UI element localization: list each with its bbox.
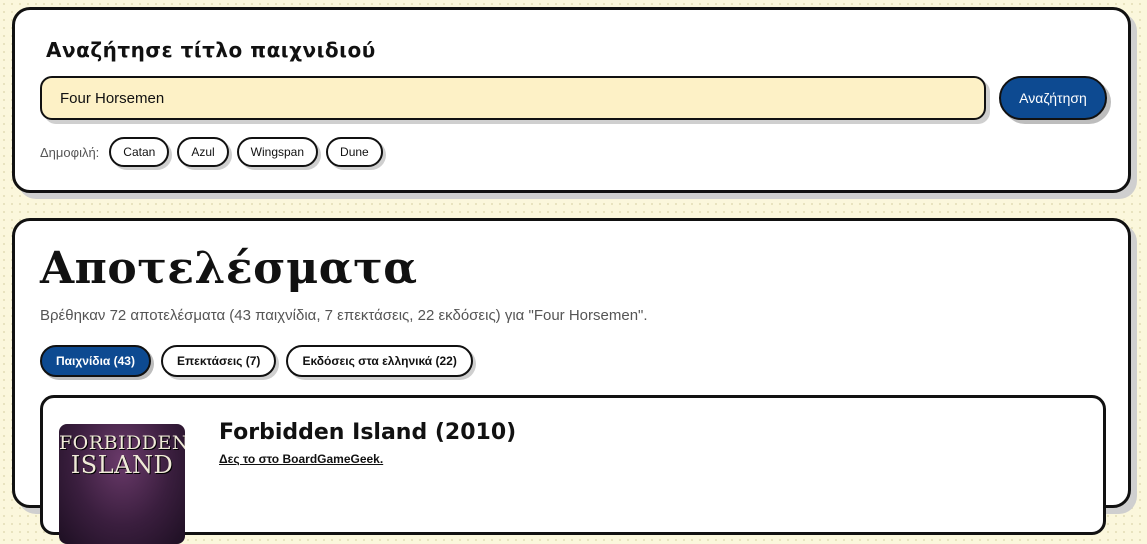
results-title: Αποτελέσματα <box>40 243 418 294</box>
search-title: Αναζήτησε τίτλο παιχνιδιού <box>46 38 376 62</box>
search-input[interactable] <box>40 76 986 120</box>
popular-chip-wingspan[interactable]: Wingspan <box>236 137 319 167</box>
game-title: Forbidden Island (2010) <box>219 420 517 445</box>
bgg-link[interactable]: Δες το στο BoardGameGeek. <box>219 452 383 466</box>
popular-label: Δημοφιλή: <box>40 144 100 160</box>
cover-title-art: FORBIDDEN ISLAND <box>59 432 185 479</box>
tab-greek-editions[interactable]: Εκδόσεις στα ελληνικά (22) <box>286 345 473 377</box>
results-card: Αποτελέσματα Βρέθηκαν 72 αποτελέσματα (4… <box>12 218 1131 544</box>
tab-games[interactable]: Παιχνίδια (43) <box>40 345 151 377</box>
search-card: Αναζήτησε τίτλο παιχνιδιού Αναζήτηση Δημ… <box>12 7 1131 193</box>
popular-games: Δημοφιλή: Catan Azul Wingspan Dune <box>40 137 383 167</box>
tab-expansions[interactable]: Επεκτάσεις (7) <box>160 345 277 377</box>
result-item: FORBIDDEN ISLAND Forbidden Island (2010)… <box>40 395 1106 544</box>
popular-chip-dune[interactable]: Dune <box>326 137 383 167</box>
results-summary: Βρέθηκαν 72 αποτελέσματα (43 παιχνίδια, … <box>40 307 648 324</box>
results-tabs: Παιχνίδια (43) Επεκτάσεις (7) Εκδόσεις σ… <box>40 345 473 377</box>
popular-chip-catan[interactable]: Catan <box>109 137 170 167</box>
game-cover-image[interactable]: FORBIDDEN ISLAND <box>59 424 185 544</box>
popular-chip-azul[interactable]: Azul <box>177 137 229 167</box>
cover-line-2: ISLAND <box>70 451 174 479</box>
search-button[interactable]: Αναζήτηση <box>999 76 1107 120</box>
